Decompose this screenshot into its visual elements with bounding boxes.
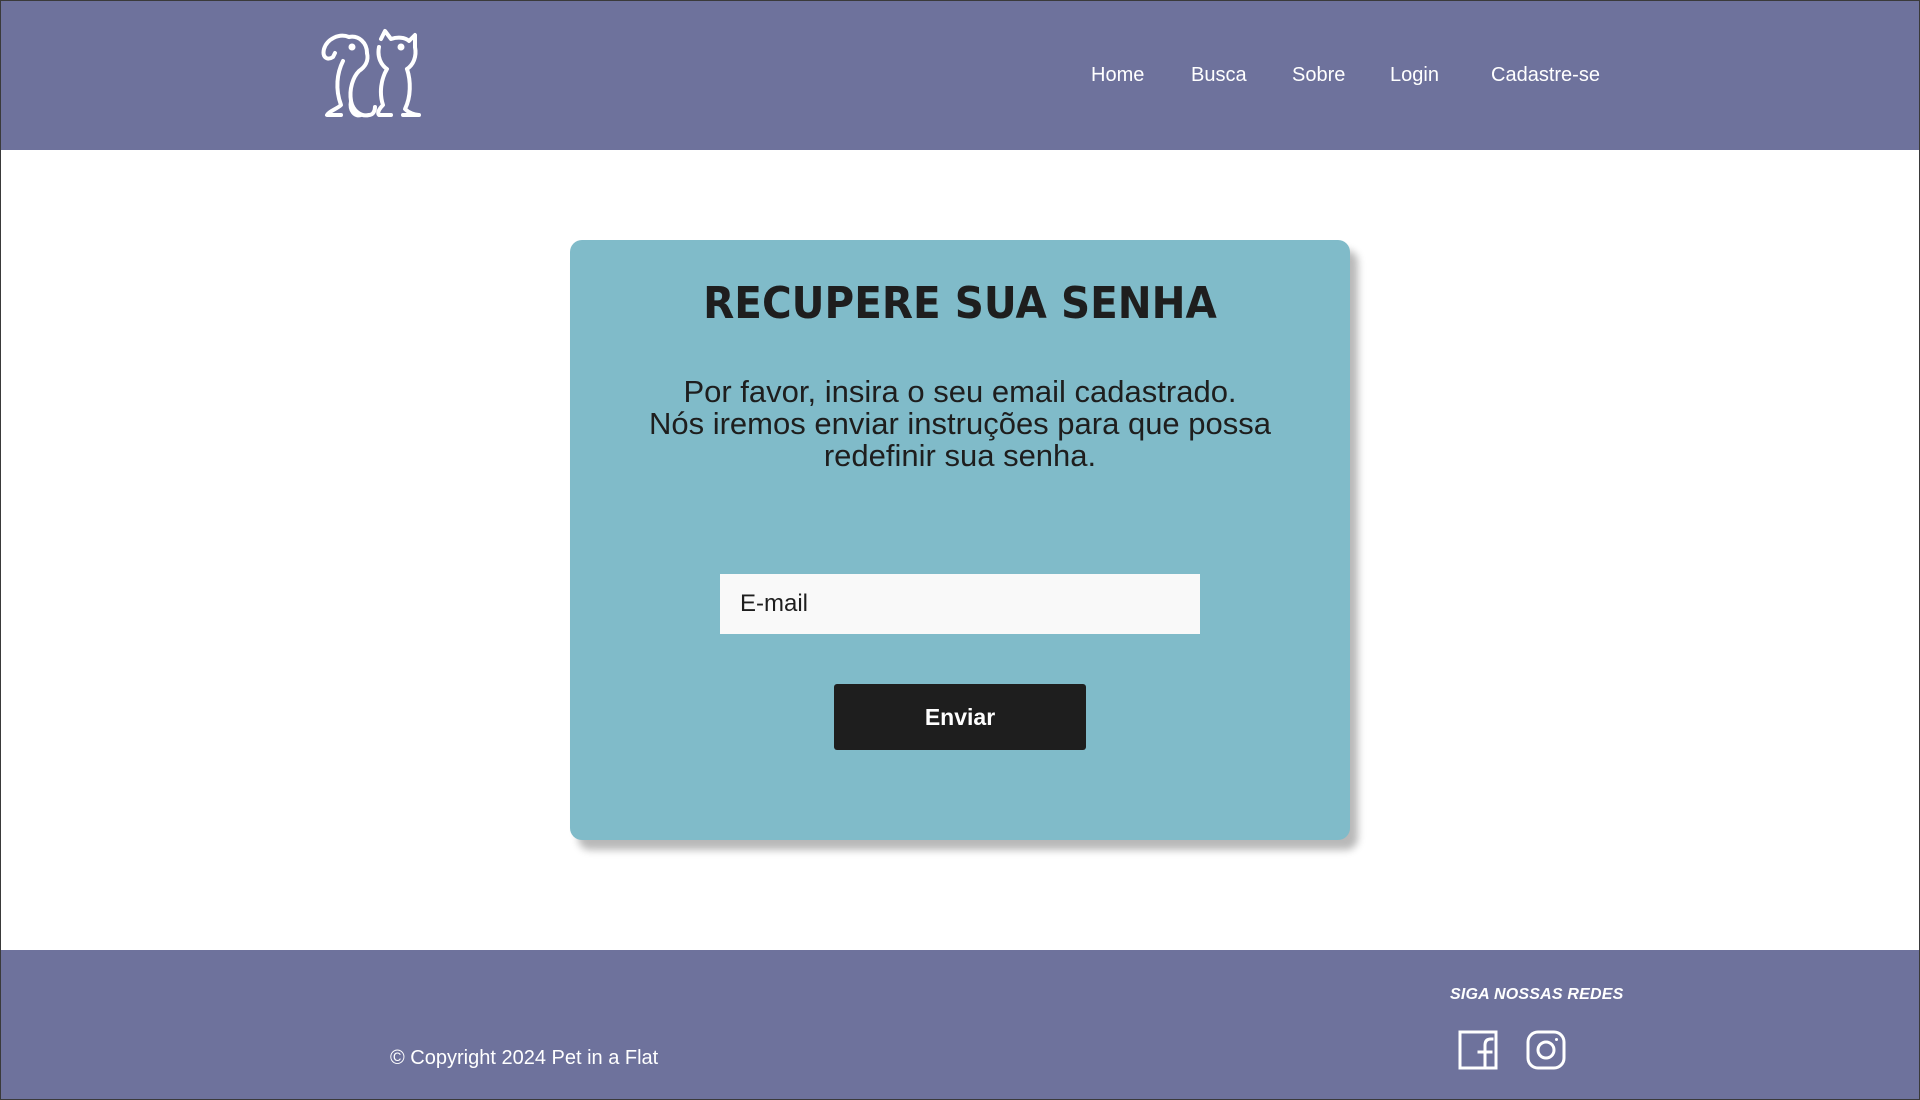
- site-footer: [0, 950, 1920, 1100]
- main-nav: Home Busca Sobre Login Cadastre-se: [0, 0, 1920, 150]
- facebook-icon[interactable]: [1458, 1030, 1498, 1070]
- description-line: redefinir sua senha.: [823, 438, 1097, 473]
- recover-password-card: [570, 240, 1350, 840]
- send-button[interactable]: Enviar: [834, 684, 1086, 750]
- social-title: SIGA NOSSAS REDES: [1450, 986, 1624, 1003]
- site-header: Home Busca Sobre Login Cadastre-se: [0, 0, 1920, 150]
- email-input[interactable]: [720, 574, 1200, 634]
- instagram-icon[interactable]: [1526, 1030, 1566, 1070]
- nav-busca-link[interactable]: Busca: [1191, 62, 1247, 88]
- nav-cadastre-link[interactable]: Cadastre-se: [1491, 62, 1600, 88]
- description-line: Nós iremos enviar instruções para que po…: [648, 406, 1272, 441]
- copyright-text: © Copyright 2024 Pet in a Flat: [390, 1047, 659, 1069]
- nav-sobre-link[interactable]: Sobre: [1292, 62, 1345, 88]
- nav-login-link[interactable]: Login: [1390, 62, 1439, 88]
- description-line: Por favor, insira o seu email cadastrado…: [683, 374, 1237, 409]
- recover-password-description: Por favor, insira o seu email cadastrado…: [570, 376, 1350, 472]
- recover-password-title: RECUPERE SUA SENHA: [703, 278, 1217, 329]
- nav-home-link[interactable]: Home: [1091, 62, 1144, 88]
